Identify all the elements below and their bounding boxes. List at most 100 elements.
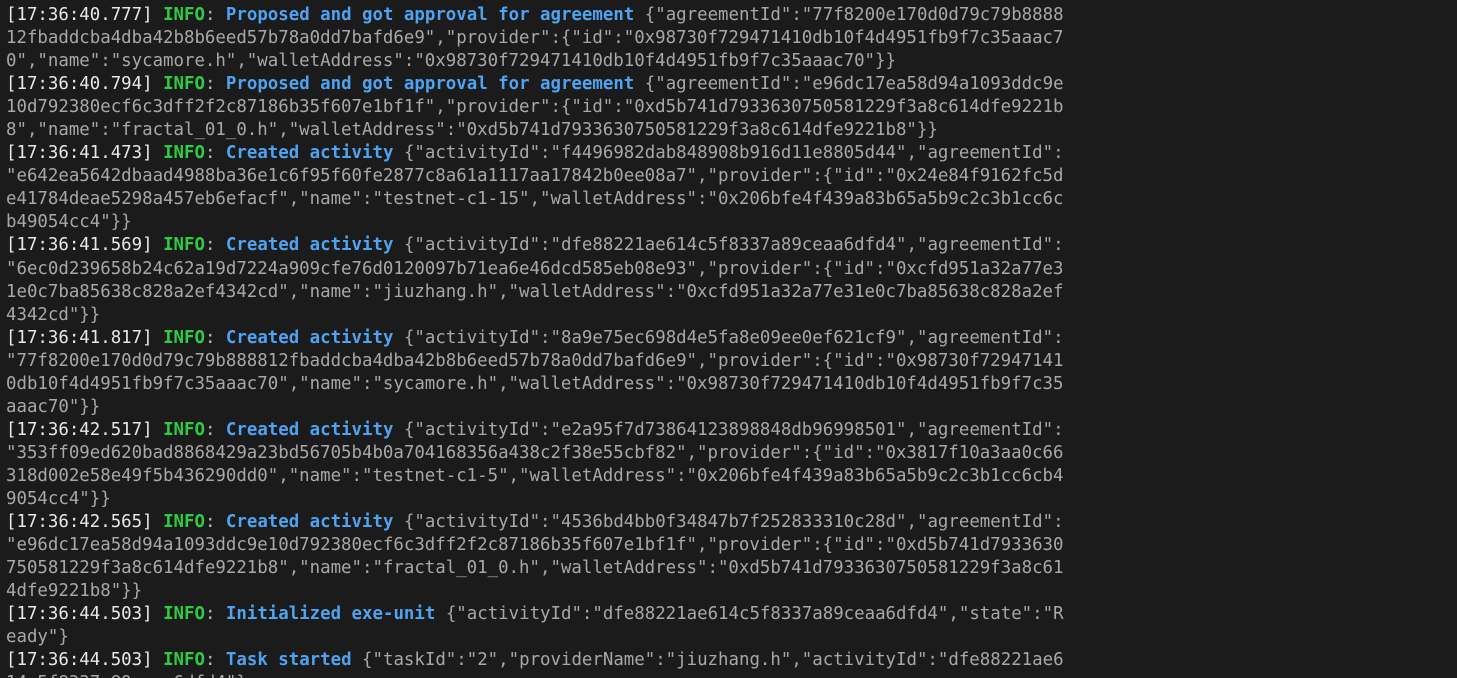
log-message: Created activity <box>225 327 394 348</box>
log-level-badge: INFO <box>163 235 205 256</box>
log-level-badge: INFO <box>163 604 205 625</box>
log-timestamp: [17:36:42.565] <box>6 512 153 533</box>
log-payload: "353ff09ed620bad8868429a23bd56705b4b0a70… <box>6 442 1064 463</box>
log-message: Created activity <box>225 143 394 164</box>
log-space <box>153 512 163 532</box>
log-separator: : <box>204 512 226 533</box>
log-space <box>435 604 445 624</box>
log-payload: b49054cc4"}} <box>6 212 132 233</box>
log-message: Created activity <box>225 419 394 440</box>
log-separator: : <box>204 650 226 671</box>
log-line-continuation: 12fbaddcba4dba42b8b6eed57b78a0dd7bafd6e9… <box>0 27 1457 50</box>
log-line: [17:36:44.503] INFO: Task started {"task… <box>0 649 1457 672</box>
log-separator: : <box>204 419 226 440</box>
log-timestamp: [17:36:41.473] <box>6 143 153 164</box>
log-payload: 750581229f3a8c614dfe9221b8","name":"frac… <box>6 558 1064 579</box>
log-space <box>393 328 403 348</box>
log-payload: "e96dc17ea58d94a1093ddc9e10d792380ecf6c3… <box>6 535 1064 556</box>
log-message: Proposed and got approval for agreement <box>225 74 635 95</box>
log-space <box>352 650 362 670</box>
log-line-continuation: "e642ea5642dbaad4988ba36e1c6f95f60fe2877… <box>0 165 1457 188</box>
log-space <box>153 650 163 670</box>
log-line-continuation: 8","name":"fractal_01_0.h","walletAddres… <box>0 119 1457 142</box>
log-payload: {"activityId":"e2a95f7d73864123898848db9… <box>403 419 1064 440</box>
log-level-badge: INFO <box>163 74 205 95</box>
log-separator: : <box>204 235 226 256</box>
log-space <box>393 143 403 163</box>
log-space <box>393 420 403 440</box>
log-separator: : <box>204 143 226 164</box>
log-line-continuation: "e96dc17ea58d94a1093ddc9e10d792380ecf6c3… <box>0 534 1457 557</box>
log-level-badge: INFO <box>163 650 205 671</box>
log-line-continuation: 0db10f4d4951fb9f7c35aaac70","name":"syca… <box>0 373 1457 396</box>
log-space <box>153 5 163 25</box>
log-space <box>393 235 403 255</box>
log-payload: 12fbaddcba4dba42b8b6eed57b78a0dd7bafd6e9… <box>6 28 1064 49</box>
log-line: [17:36:41.569] INFO: Created activity {"… <box>0 234 1457 257</box>
log-line-continuation: 318d002e58e49f5b436290dd0","name":"testn… <box>0 465 1457 488</box>
log-payload: 1e0c7ba85638c828a2ef4342cd","name":"jiuz… <box>6 281 1064 302</box>
log-space <box>153 604 163 624</box>
log-payload: {"activityId":"4536bd4bb0f34847b7f252833… <box>403 512 1064 533</box>
log-space <box>393 512 403 532</box>
log-message: Created activity <box>225 235 394 256</box>
log-space <box>634 5 644 25</box>
log-level-badge: INFO <box>163 5 205 25</box>
log-payload: 0","name":"sycamore.h","walletAddress":"… <box>6 51 896 72</box>
log-space <box>153 74 163 94</box>
log-separator: : <box>204 327 226 348</box>
log-space <box>634 74 644 94</box>
log-payload: 4342cd"}} <box>6 304 101 325</box>
log-payload: 318d002e58e49f5b436290dd0","name":"testn… <box>6 465 1064 486</box>
log-separator: : <box>204 604 226 625</box>
log-payload: 10d792380ecf6c3dff2f2c87186b35f607e1bf1f… <box>6 97 1064 118</box>
log-payload: "6ec0d239658b24c62a19d7224a909cfe76d0120… <box>6 258 1064 279</box>
log-timestamp: [17:36:40.794] <box>6 74 153 95</box>
log-line: [17:36:41.473] INFO: Created activity {"… <box>0 142 1457 165</box>
log-separator: : <box>204 5 226 25</box>
log-timestamp: [17:36:41.569] <box>6 235 153 256</box>
log-line: [17:36:40.794] INFO: Proposed and got ap… <box>0 73 1457 96</box>
log-payload: 9054cc4"}} <box>6 488 111 509</box>
log-payload: {"activityId":"dfe88221ae614c5f8337a89ce… <box>445 604 1064 625</box>
log-line: [17:36:41.817] INFO: Created activity {"… <box>0 327 1457 350</box>
log-line-continuation: 4dfe9221b8"}} <box>0 580 1457 603</box>
log-timestamp: [17:36:40.777] <box>6 5 153 25</box>
log-space <box>153 328 163 348</box>
log-level-badge: INFO <box>163 327 205 348</box>
log-space <box>153 143 163 163</box>
log-payload: {"taskId":"2","providerName":"jiuzhang.h… <box>362 650 1064 671</box>
log-line-continuation: e41784deae5298a457eb6efacf","name":"test… <box>0 188 1457 211</box>
log-line: [17:36:44.503] INFO: Initialized exe-uni… <box>0 603 1457 626</box>
log-payload: 8","name":"fractal_01_0.h","walletAddres… <box>6 120 938 141</box>
log-message: Task started <box>225 650 352 671</box>
log-timestamp: [17:36:44.503] <box>6 650 153 671</box>
log-payload: 0db10f4d4951fb9f7c35aaac70","name":"syca… <box>6 373 1064 394</box>
log-line-continuation: 1e0c7ba85638c828a2ef4342cd","name":"jiuz… <box>0 281 1457 304</box>
log-line-continuation: 0","name":"sycamore.h","walletAddress":"… <box>0 50 1457 73</box>
log-payload: 4dfe9221b8"}} <box>6 581 143 602</box>
log-level-badge: INFO <box>163 143 205 164</box>
log-line-continuation: "77f8200e170d0d79c79b888812fbaddcba4dba4… <box>0 350 1457 373</box>
log-line-continuation: b49054cc4"}} <box>0 211 1457 234</box>
log-timestamp: [17:36:42.517] <box>6 419 153 440</box>
log-line-continuation: aaac70"}} <box>0 396 1457 419</box>
log-level-badge: INFO <box>163 419 205 440</box>
log-payload: eady"} <box>6 627 69 648</box>
terminal-log-output[interactable]: [17:36:40.777] INFO: Proposed and got ap… <box>0 0 1457 678</box>
log-message: Initialized exe-unit <box>225 604 436 625</box>
log-separator: : <box>204 74 226 95</box>
log-space <box>153 420 163 440</box>
log-payload: {"agreementId":"e96dc17ea58d94a1093ddc9e <box>644 74 1064 95</box>
log-line-continuation: "6ec0d239658b24c62a19d7224a909cfe76d0120… <box>0 258 1457 281</box>
log-line-continuation: "353ff09ed620bad8868429a23bd56705b4b0a70… <box>0 442 1457 465</box>
log-timestamp: [17:36:44.503] <box>6 604 153 625</box>
log-level-badge: INFO <box>163 512 205 533</box>
log-line-continuation: 9054cc4"}} <box>0 488 1457 511</box>
log-line-continuation: eady"} <box>0 626 1457 649</box>
log-payload: aaac70"}} <box>6 396 101 417</box>
log-line-continuation: 4342cd"}} <box>0 304 1457 327</box>
log-payload: {"activityId":"f4496982dab848908b916d11e… <box>403 143 1064 164</box>
log-line-continuation: 750581229f3a8c614dfe9221b8","name":"frac… <box>0 557 1457 580</box>
log-payload: "77f8200e170d0d79c79b888812fbaddcba4dba4… <box>6 350 1064 371</box>
